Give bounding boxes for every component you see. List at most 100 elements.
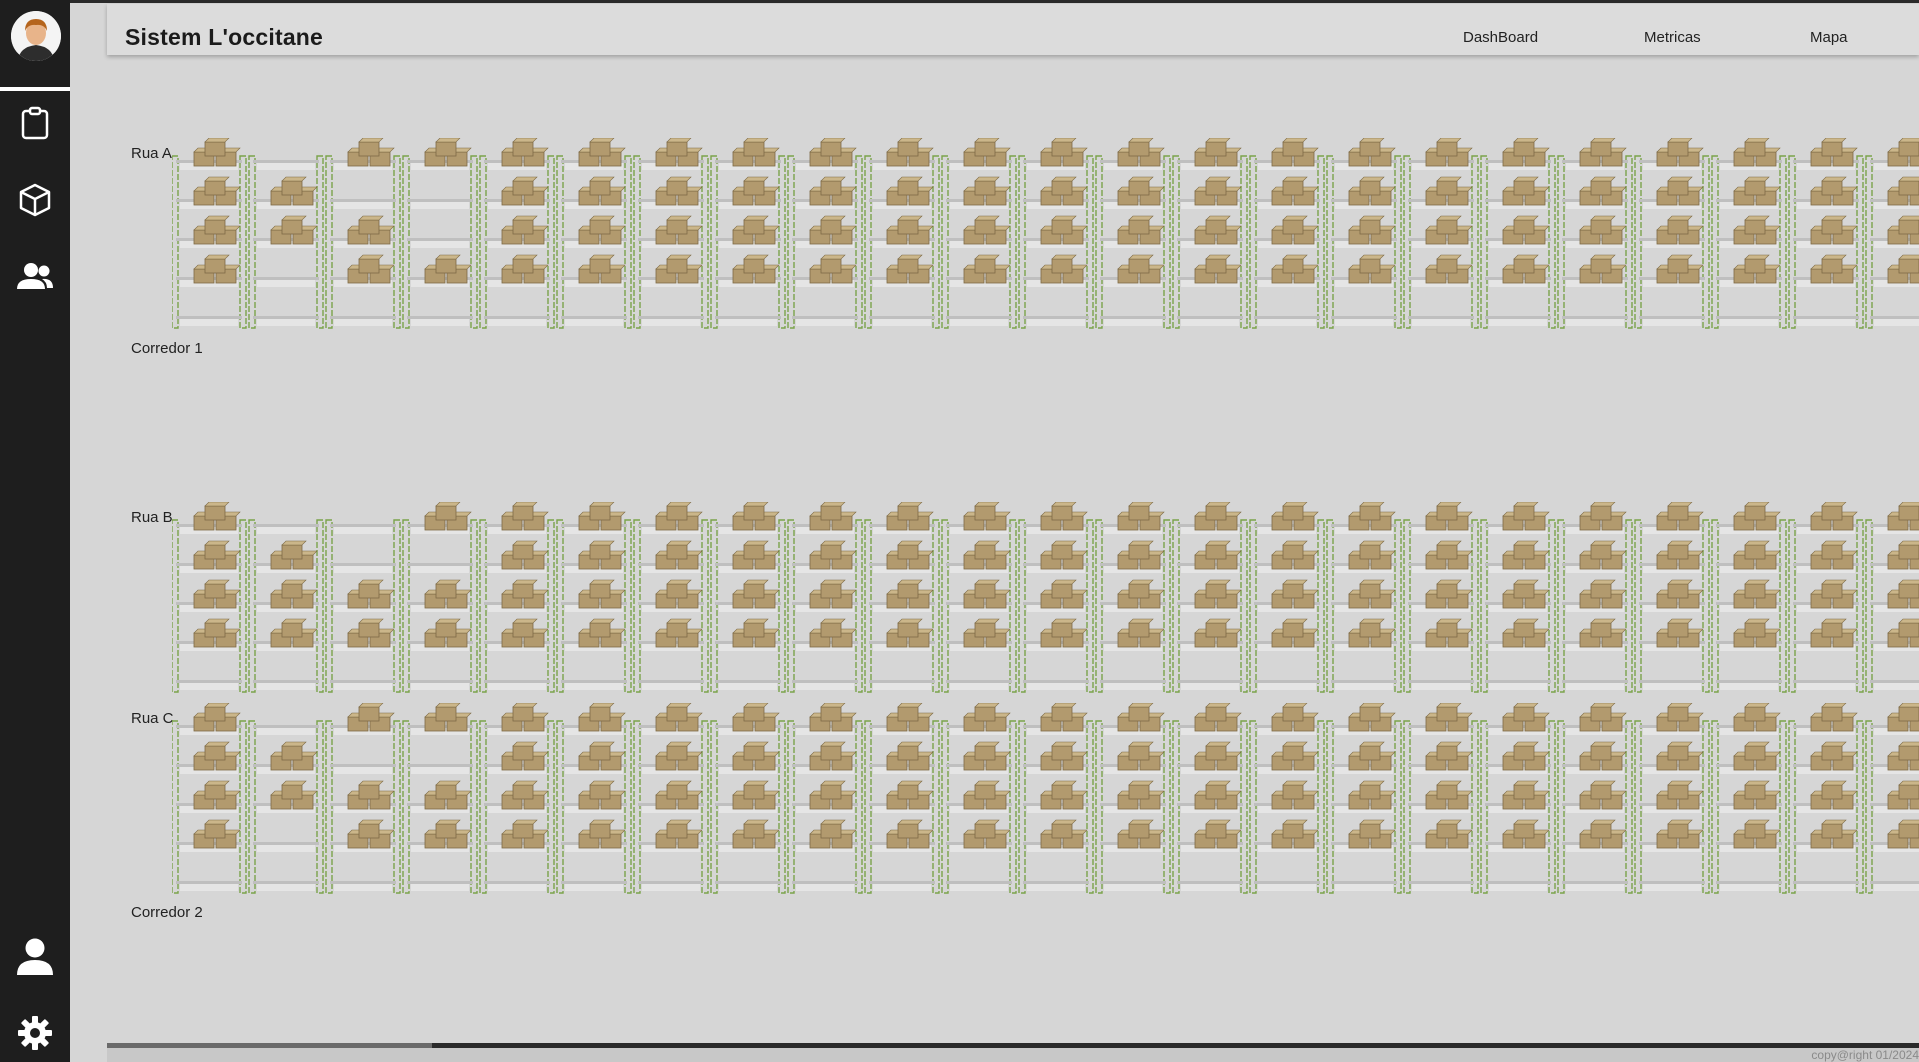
box-stack <box>1040 579 1088 609</box>
rack-unit[interactable] <box>402 703 478 894</box>
clipboard-icon[interactable] <box>13 101 57 145</box>
users-icon[interactable] <box>13 254 57 298</box>
box-stack <box>1656 502 1704 531</box>
sidebar <box>0 0 70 1062</box>
nav-metricas[interactable]: Metricas <box>1644 29 1701 46</box>
box-stack <box>1579 780 1627 810</box>
rack-unit[interactable] <box>941 502 1017 693</box>
rack-unit[interactable] <box>1557 703 1633 894</box>
rack-unit[interactable] <box>325 519 401 693</box>
gear-icon[interactable] <box>13 1011 57 1055</box>
corridor-label-1: Corredor 1 <box>131 340 203 357</box>
rack-unit[interactable] <box>1711 138 1787 329</box>
rack-unit[interactable] <box>710 703 786 894</box>
rack-unit[interactable] <box>1172 502 1248 693</box>
rack-unit[interactable] <box>787 502 863 693</box>
rack-unit[interactable] <box>1711 703 1787 894</box>
rack-unit[interactable] <box>1095 502 1171 693</box>
rack-unit[interactable] <box>1249 138 1325 329</box>
rack-unit[interactable] <box>633 502 709 693</box>
rack-unit[interactable] <box>479 502 555 693</box>
rack-unit[interactable] <box>172 502 247 693</box>
rack-unit[interactable] <box>941 703 1017 894</box>
rack-unit[interactable] <box>1249 502 1325 693</box>
rack-unit[interactable] <box>1788 138 1864 329</box>
rack-unit[interactable] <box>1788 703 1864 894</box>
rack-unit[interactable] <box>1249 703 1325 894</box>
rack-unit[interactable] <box>248 519 324 693</box>
rack-unit[interactable] <box>787 138 863 329</box>
box-stack <box>347 138 395 167</box>
rack-unit[interactable] <box>1095 138 1171 329</box>
rack-unit[interactable] <box>248 720 324 894</box>
box-stack <box>1117 254 1165 284</box>
rack-unit[interactable] <box>556 703 632 894</box>
rack-unit[interactable] <box>633 703 709 894</box>
box-stack <box>1348 215 1396 245</box>
rack-unit[interactable] <box>1403 502 1479 693</box>
rack-unit[interactable] <box>864 138 940 329</box>
rack-unit[interactable] <box>1480 703 1556 894</box>
rack-unit[interactable] <box>864 502 940 693</box>
box-stack <box>1117 741 1165 771</box>
rack-unit[interactable] <box>479 138 555 329</box>
box-stack <box>501 741 549 771</box>
rack-unit[interactable] <box>864 703 940 894</box>
scrollbar-thumb[interactable] <box>107 1043 432 1048</box>
rack-unit[interactable] <box>402 502 478 693</box>
box-stack <box>732 618 780 648</box>
rack-unit[interactable] <box>1634 502 1710 693</box>
rack-unit[interactable] <box>1557 138 1633 329</box>
rack-unit[interactable] <box>1788 502 1864 693</box>
nav-dashboard[interactable]: DashBoard <box>1463 29 1538 46</box>
rack-unit[interactable] <box>710 502 786 693</box>
user-avatar[interactable] <box>11 11 61 61</box>
rack-unit[interactable] <box>172 138 247 329</box>
rack-unit[interactable] <box>1480 502 1556 693</box>
box-stack <box>1887 215 1919 245</box>
rack-unit[interactable] <box>1326 703 1402 894</box>
copyright-text: copy@right 01/2024 <box>1811 1048 1919 1062</box>
rack-unit[interactable] <box>556 138 632 329</box>
box-stack <box>732 819 780 849</box>
rack-unit[interactable] <box>1403 138 1479 329</box>
rack-unit[interactable] <box>1172 138 1248 329</box>
rack-unit[interactable] <box>248 155 324 329</box>
rack-unit[interactable] <box>1634 138 1710 329</box>
box-stack <box>1579 215 1627 245</box>
rack-unit[interactable] <box>479 703 555 894</box>
rack-unit[interactable] <box>1865 703 1919 894</box>
rack-unit[interactable] <box>1326 138 1402 329</box>
rack-unit[interactable] <box>172 703 247 894</box>
rack-unit[interactable] <box>1018 502 1094 693</box>
horizontal-scrollbar[interactable] <box>107 1043 1919 1062</box>
rack-unit[interactable] <box>1095 703 1171 894</box>
rack-unit[interactable] <box>710 138 786 329</box>
rack-unit[interactable] <box>1172 703 1248 894</box>
rack-unit[interactable] <box>941 138 1017 329</box>
rack-unit[interactable] <box>556 502 632 693</box>
rack-unit[interactable] <box>325 138 401 329</box>
rack-unit[interactable] <box>1018 703 1094 894</box>
rack-unit[interactable] <box>1711 502 1787 693</box>
rack-unit[interactable] <box>787 703 863 894</box>
rack-unit[interactable] <box>325 703 401 894</box>
rack-unit[interactable] <box>1865 138 1919 329</box>
box-stack <box>1733 540 1781 570</box>
box-stack <box>501 176 549 206</box>
rack-unit[interactable] <box>633 138 709 329</box>
rack-unit[interactable] <box>1480 138 1556 329</box>
nav-mapa[interactable]: Mapa <box>1810 29 1848 46</box>
rack-unit[interactable] <box>1403 703 1479 894</box>
box-stack <box>732 138 780 167</box>
user-icon[interactable] <box>13 935 57 979</box>
rack-unit[interactable] <box>402 138 478 329</box>
rack-unit[interactable] <box>1865 502 1919 693</box>
box-stack <box>1425 780 1473 810</box>
rack-unit[interactable] <box>1557 502 1633 693</box>
box-stack <box>1810 540 1858 570</box>
rack-unit[interactable] <box>1326 502 1402 693</box>
rack-unit[interactable] <box>1018 138 1094 329</box>
box-icon[interactable] <box>13 178 57 222</box>
rack-unit[interactable] <box>1634 703 1710 894</box>
